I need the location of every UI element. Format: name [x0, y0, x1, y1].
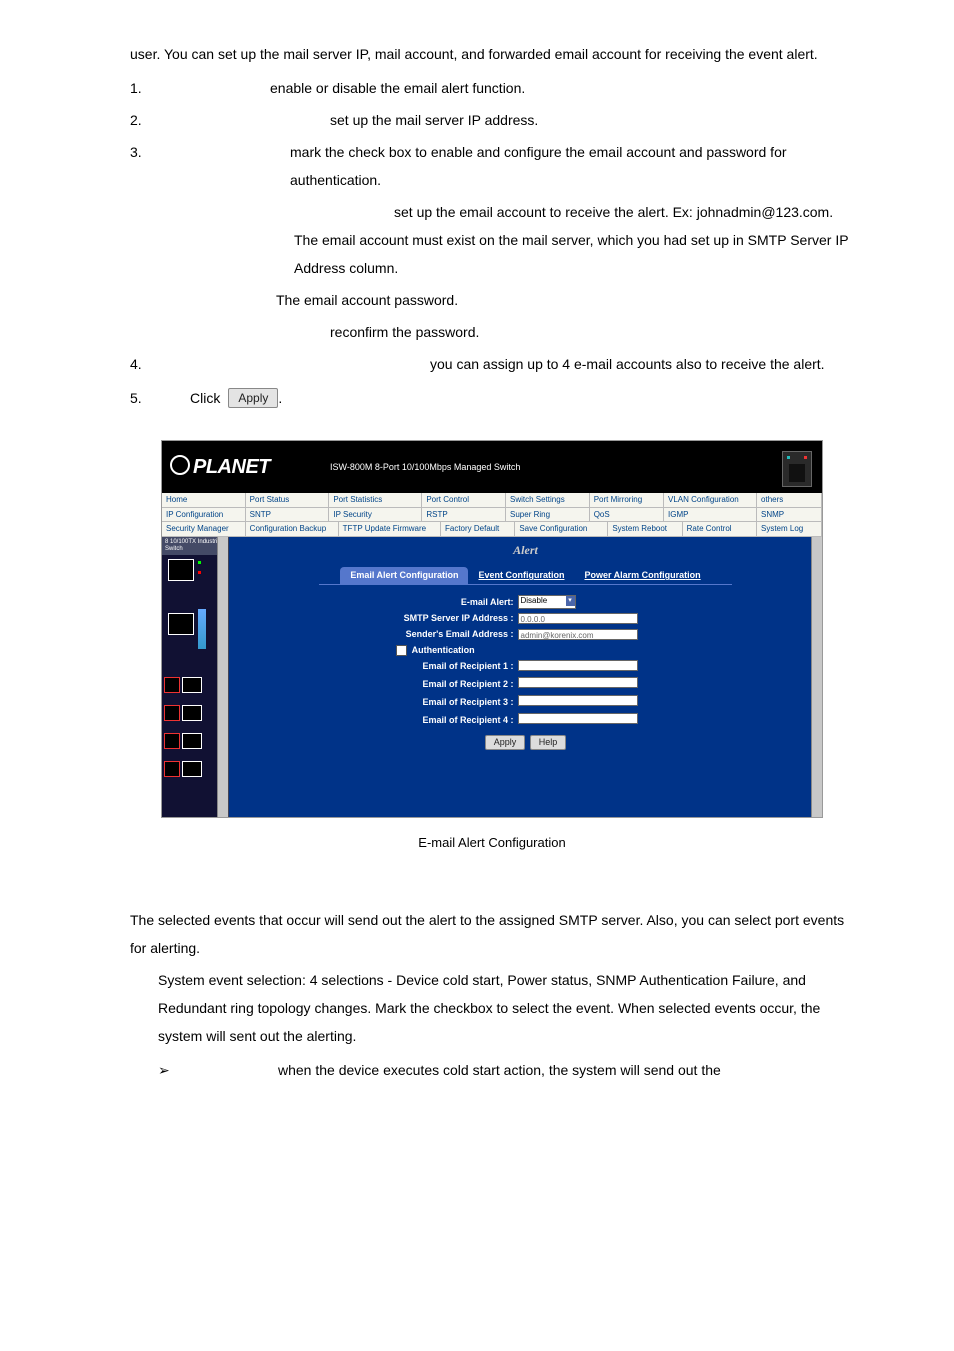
- menu-item[interactable]: Home: [162, 493, 246, 507]
- period: .: [278, 384, 282, 412]
- step-text-3a: set up the email account to receive the …: [226, 198, 854, 282]
- logo-circle-icon: [170, 455, 190, 475]
- menu-item[interactable]: SNTP: [246, 508, 330, 522]
- menu-item[interactable]: Configuration Backup: [246, 522, 339, 536]
- menu-item[interactable]: Port Control: [422, 493, 506, 507]
- sender-email-input[interactable]: admin@korenix.com: [518, 629, 638, 640]
- smtp-ip-input[interactable]: 0.0.0.0: [518, 613, 638, 624]
- device-side-panel: 8 10/100TX Industrial Switch: [162, 537, 229, 817]
- step-num-1: 1.: [130, 74, 190, 102]
- menu-item[interactable]: Switch Settings: [506, 493, 590, 507]
- menu-item[interactable]: RSTP: [422, 508, 506, 522]
- step-num-4: 4.: [130, 350, 190, 378]
- recipient-4-input[interactable]: [518, 713, 638, 724]
- top-menu: HomePort StatusPort StatisticsPort Contr…: [162, 493, 822, 537]
- recipient-3-input[interactable]: [518, 695, 638, 706]
- menu-item[interactable]: IP Security: [329, 508, 422, 522]
- tab-email-alert[interactable]: Email Alert Configuration: [340, 567, 468, 584]
- menu-item[interactable]: Port Status: [246, 493, 330, 507]
- step-num-3: 3.: [130, 138, 190, 194]
- menu-item[interactable]: TFTP Update Firmware: [339, 522, 441, 536]
- label-recipient-4: Email of Recipient 4 :: [354, 715, 518, 726]
- model-label: ISW-800M 8-Port 10/100Mbps Managed Switc…: [330, 462, 520, 473]
- main-scrollbar[interactable]: [811, 537, 822, 817]
- step-text-4: you can assign up to 4 e-mail accounts a…: [190, 350, 854, 378]
- menu-item[interactable]: IP Configuration: [162, 508, 246, 522]
- step-text-2: set up the mail server IP address.: [190, 106, 854, 134]
- tab-power-alarm[interactable]: Power Alarm Configuration: [574, 567, 710, 584]
- label-recipient-3: Email of Recipient 3 :: [354, 697, 518, 708]
- auth-checkbox[interactable]: [396, 645, 407, 656]
- step-text-3b: The email account password.: [276, 286, 854, 314]
- menu-item[interactable]: System Log: [757, 522, 822, 536]
- apply-button[interactable]: Apply: [485, 735, 526, 750]
- menu-item[interactable]: SNMP: [757, 508, 822, 522]
- menu-item[interactable]: IGMP: [664, 508, 757, 522]
- apply-button-inline: Apply: [228, 388, 278, 409]
- intro-text: user. You can set up the mail server IP,…: [130, 40, 854, 68]
- step-num-5: 5.: [130, 384, 190, 412]
- recipient-1-input[interactable]: [518, 660, 638, 671]
- menu-item[interactable]: Rate Control: [683, 522, 757, 536]
- device-icon: [782, 451, 812, 487]
- screenshot-container: PLANET ISW-800M 8-Port 10/100Mbps Manage…: [161, 440, 823, 818]
- label-recipient-2: Email of Recipient 2 :: [354, 679, 518, 690]
- menu-item[interactable]: Super Ring: [506, 508, 590, 522]
- menu-item[interactable]: Port Statistics: [329, 493, 422, 507]
- bullet-text-1: when the device executes cold start acti…: [278, 1056, 854, 1084]
- menu-item[interactable]: QoS: [590, 508, 664, 522]
- alert-title: Alert: [229, 543, 822, 557]
- chevron-down-icon: ▾: [566, 596, 575, 606]
- menu-item[interactable]: Save Configuration: [515, 522, 608, 536]
- menu-item[interactable]: Factory Default: [441, 522, 515, 536]
- figure-caption: E-mail Alert Configuration: [130, 830, 854, 856]
- menu-item[interactable]: Security Manager: [162, 522, 246, 536]
- step-text-1: enable or disable the email alert functi…: [190, 74, 854, 102]
- label-sender-email: Sender's Email Address :: [354, 629, 518, 640]
- step-text-3c: reconfirm the password.: [330, 318, 854, 346]
- menu-item[interactable]: others: [757, 493, 822, 507]
- bottom-p2: System event selection: 4 selections - D…: [158, 966, 854, 1050]
- label-smtp-ip: SMTP Server IP Address :: [354, 613, 518, 624]
- recipient-2-input[interactable]: [518, 677, 638, 688]
- label-email-alert: E-mail Alert:: [354, 597, 518, 608]
- side-scrollbar[interactable]: [217, 537, 228, 817]
- step-text-5a: Click: [190, 384, 220, 412]
- menu-item[interactable]: VLAN Configuration: [664, 493, 757, 507]
- help-button[interactable]: Help: [530, 735, 567, 750]
- email-alert-select[interactable]: Disable▾: [518, 595, 576, 609]
- step-num-2: 2.: [130, 106, 190, 134]
- menu-item[interactable]: System Reboot: [608, 522, 682, 536]
- tab-event-config[interactable]: Event Configuration: [468, 567, 574, 584]
- bottom-p1: The selected events that occur will send…: [130, 906, 854, 962]
- bullet-arrow-icon: ➢: [158, 1056, 278, 1084]
- menu-item[interactable]: Port Mirroring: [590, 493, 664, 507]
- step-text-3: mark the check box to enable and configu…: [190, 138, 854, 194]
- label-recipient-1: Email of Recipient 1 :: [354, 661, 518, 672]
- brand-logo: PLANET: [170, 455, 270, 479]
- label-authentication: Authentication: [412, 645, 475, 655]
